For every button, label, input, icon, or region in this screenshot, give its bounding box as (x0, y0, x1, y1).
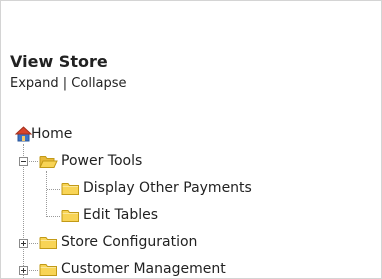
collapse-all-link[interactable]: Collapse (71, 76, 126, 91)
expand-toggle-customer-management[interactable] (19, 266, 28, 275)
tree-node-power-tools[interactable]: Power Tools (61, 152, 142, 170)
link-separator: | (62, 76, 68, 91)
folder-icon (61, 183, 79, 195)
collapse-toggle-power-tools[interactable] (19, 157, 28, 166)
home-icon (15, 126, 32, 142)
tree-node-display-other-payments[interactable]: Display Other Payments (83, 179, 252, 197)
panel-title: View Store (10, 52, 108, 71)
folder-icon (39, 237, 57, 249)
expand-toggle-store-configuration[interactable] (19, 239, 28, 248)
tree-line-power-tools-children (46, 171, 47, 217)
tree-node-home[interactable]: Home (31, 125, 72, 143)
expand-all-link[interactable]: Expand (10, 76, 59, 91)
store-tree-panel: View Store Expand | Collapse Home Power … (0, 0, 382, 279)
tree-line-edit-tables (47, 216, 60, 217)
folder-open-icon (39, 156, 58, 168)
folder-icon (39, 264, 57, 276)
tree-node-store-configuration[interactable]: Store Configuration (61, 233, 197, 251)
tree-node-edit-tables[interactable]: Edit Tables (83, 206, 158, 224)
expand-collapse-links: Expand | Collapse (10, 76, 127, 92)
tree-line-display-other-payments (47, 189, 60, 190)
folder-icon (61, 210, 79, 222)
tree-node-customer-management[interactable]: Customer Management (61, 260, 226, 278)
